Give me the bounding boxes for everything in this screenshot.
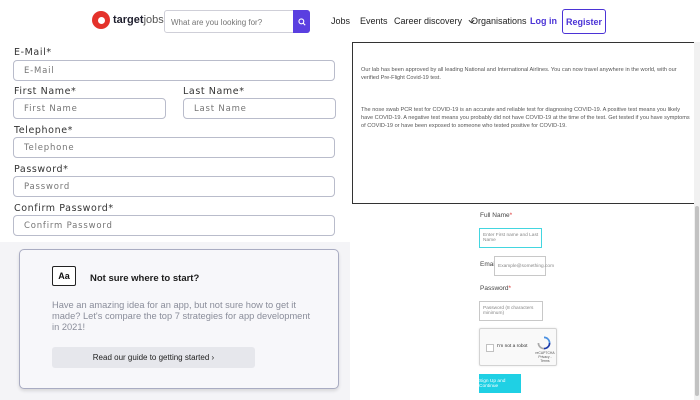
nav-events[interactable]: Events	[360, 16, 388, 26]
target-logo-icon	[92, 11, 110, 29]
telephone-label: Telephone*	[14, 125, 73, 136]
order-email-input[interactable]: Example@something.com	[494, 256, 554, 276]
nav-career-label: Career discovery	[394, 16, 463, 26]
register-button[interactable]: Register	[562, 9, 606, 34]
email-field[interactable]	[13, 60, 335, 81]
nav-organisations[interactable]: Organisations	[471, 16, 527, 26]
first-name-field[interactable]	[13, 98, 166, 119]
password-field[interactable]	[13, 176, 335, 197]
recaptcha-icon	[537, 336, 551, 350]
targetjobs-logo[interactable]: targetjobs	[92, 11, 164, 29]
email-label: E-Mail*	[14, 47, 52, 58]
info-paragraph-2: The nose swab PCR test for COVID-19 is a…	[361, 107, 690, 129]
order-password-input[interactable]: Password (8 characters minimum)	[479, 301, 543, 321]
confirm-password-label: Confirm Password*	[14, 203, 114, 214]
info-paragraph-1: Our lab has been approved by all leading…	[361, 67, 677, 81]
full-name-label-text: Full Name	[480, 212, 510, 219]
font-aa-icon: Aa	[52, 266, 76, 286]
top-navigation-bar: targetjobs Jobs Events Career discovery …	[0, 0, 700, 42]
nav-career-discovery[interactable]: Career discovery	[394, 16, 475, 26]
nav-jobs[interactable]: Jobs	[331, 16, 350, 26]
first-name-label: First Name*	[14, 86, 77, 97]
recaptcha-links[interactable]: Privacy - Terms	[538, 355, 551, 363]
search-input[interactable]	[171, 14, 289, 30]
last-name-field[interactable]	[183, 98, 336, 119]
login-link[interactable]: Log in	[530, 16, 557, 26]
required-marker: *	[509, 212, 513, 219]
order-password-label: Password*	[480, 285, 511, 292]
signup-continue-button[interactable]: Sign Up and Continue	[479, 374, 521, 393]
full-name-label: Full Name*	[480, 212, 512, 219]
search-box	[164, 10, 310, 33]
read-guide-button[interactable]: Read our guide to getting started ›	[52, 347, 255, 368]
scrollbar-thumb[interactable]	[695, 206, 699, 396]
recaptcha-checkbox[interactable]	[486, 344, 494, 352]
logo-main-text: target	[113, 14, 144, 26]
recaptcha-label: I'm not a robot	[497, 344, 528, 349]
full-name-input[interactable]: Enter First name and Last Name	[479, 228, 542, 248]
card-description: Have an amazing idea for an app, but not…	[52, 300, 311, 332]
signup-form: E-Mail* First Name* Last Name* Telephone…	[0, 42, 350, 242]
recaptcha-widget: I'm not a robot reCAPTCHA Privacy - Term…	[479, 328, 557, 366]
logo-sub-text: jobs	[143, 14, 164, 26]
card-title: Not sure where to start?	[90, 273, 200, 284]
password-label: Password*	[14, 164, 69, 175]
search-button[interactable]	[293, 10, 310, 33]
confirm-password-field[interactable]	[13, 215, 335, 236]
search-icon	[297, 17, 306, 26]
order-password-label-text: Password	[480, 285, 509, 292]
required-marker: *	[508, 285, 512, 292]
last-name-label: Last Name*	[183, 86, 245, 97]
telephone-field[interactable]	[13, 137, 335, 158]
